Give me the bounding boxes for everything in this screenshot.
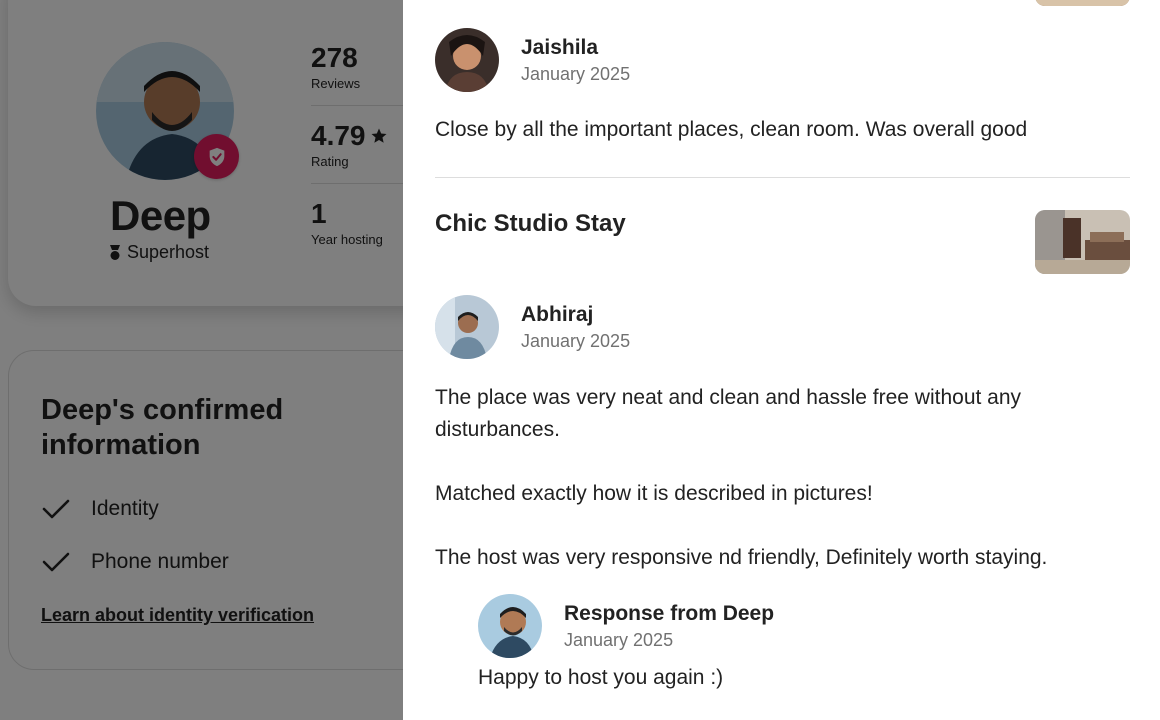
response-header: Response from Deep January 2025 [478, 594, 1118, 658]
reviewer-name: Jaishila [521, 35, 599, 59]
listing-thumbnail[interactable] [1035, 0, 1130, 6]
response-title: Response from Deep [564, 601, 775, 625]
host-avatar[interactable] [478, 594, 542, 658]
listing-title[interactable]: Chic Studio Stay [435, 210, 626, 238]
response-text: Happy to host you again :) [478, 666, 724, 689]
reviewer-avatar[interactable] [435, 295, 499, 359]
review-paragraph: The place was very neat and clean and ha… [435, 386, 1022, 441]
review-header: Jaishila January 2025 [435, 28, 630, 92]
review-text: Close by all the important places, clean… [435, 118, 1028, 141]
review-date: January 2025 [521, 330, 631, 351]
listing-thumbnail[interactable] [1035, 210, 1130, 274]
review-paragraph: Matched exactly how it is described in p… [435, 482, 873, 505]
host-response: Response from Deep January 2025 Happy to… [478, 594, 1118, 690]
review-divider [435, 177, 1130, 178]
reviewer-name: Abhiraj [521, 302, 594, 326]
reviewer-avatar[interactable] [435, 28, 499, 92]
review-paragraph: The host was very responsive nd friendly… [435, 546, 1048, 569]
review-date: January 2025 [521, 63, 631, 84]
response-date: January 2025 [564, 629, 674, 650]
review-header: Abhiraj January 2025 [435, 295, 630, 359]
reviews-panel: Jaishila January 2025 Close by all the i… [403, 0, 1160, 720]
